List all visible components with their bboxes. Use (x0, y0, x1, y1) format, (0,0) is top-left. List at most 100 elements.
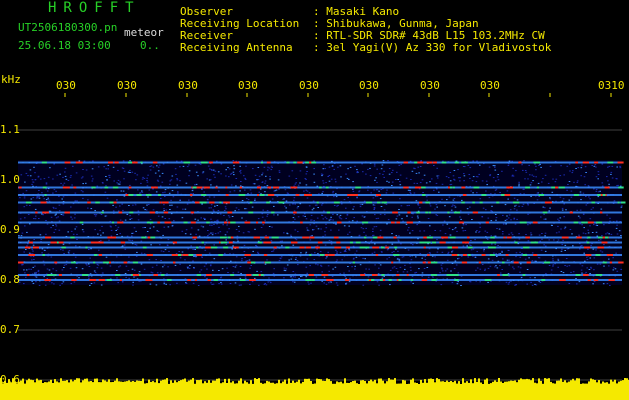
signal-hotspot (591, 201, 596, 204)
noise-dot (561, 209, 564, 211)
signal-hotspot (215, 186, 218, 189)
signal-hotspot (207, 279, 211, 281)
noise-dot (321, 192, 323, 194)
signal-hotspot (371, 274, 378, 276)
noise-dot (252, 168, 254, 170)
noise-dot (63, 267, 65, 268)
noise-dot (75, 172, 78, 174)
noise-dot (62, 176, 64, 178)
signal-hotspot (194, 279, 197, 281)
signal-hotspot (396, 274, 400, 276)
noise-dot (524, 170, 527, 171)
noise-dot (32, 266, 35, 268)
noise-dot (457, 281, 459, 283)
noise-dot (352, 188, 354, 190)
noise-dot (562, 272, 565, 274)
signal-hotspot (433, 161, 437, 164)
noise-dot (249, 267, 251, 269)
noise-dot (265, 175, 267, 177)
noise-dot (450, 270, 452, 272)
power-bar-segment (34, 382, 36, 400)
noise-dot (589, 257, 592, 259)
noise-dot (510, 232, 513, 234)
power-bar-segment (202, 383, 204, 400)
noise-dot (156, 165, 158, 167)
noise-dot (388, 181, 390, 183)
power-bar-segment (196, 380, 198, 400)
signal-hotspot (93, 261, 96, 264)
noise-dot (223, 215, 225, 216)
signal-hotspot (152, 161, 158, 164)
signal-hotspot (407, 211, 411, 214)
noise-dot (283, 232, 285, 234)
signal-hotspot (376, 194, 381, 196)
noise-dot (194, 238, 196, 240)
noise-dot (363, 273, 366, 274)
power-bar-segment (32, 380, 34, 400)
noise-dot (220, 277, 222, 279)
noise-dot (478, 173, 480, 175)
noise-dot (72, 252, 75, 254)
signal-hotspot (309, 236, 315, 239)
noise-dot (121, 203, 123, 205)
signal-hotspot (430, 261, 438, 264)
x-tick-label: 0310 (598, 79, 625, 92)
noise-dot (106, 263, 109, 265)
noise-dot (152, 166, 155, 168)
signal-hotspot (425, 201, 430, 204)
power-bar-segment (152, 381, 154, 400)
noise-dot (294, 276, 296, 278)
noise-dot (261, 181, 264, 183)
noise-dot (50, 216, 53, 218)
noise-dot (530, 281, 532, 283)
noise-dot (146, 204, 148, 206)
noise-dot (436, 188, 438, 190)
power-bar-segment (256, 379, 258, 400)
noise-dot (89, 257, 91, 259)
noise-dot (388, 256, 391, 258)
noise-dot (286, 233, 289, 235)
noise-dot (484, 268, 486, 270)
noise-dot (359, 264, 362, 266)
noise-dot (488, 197, 491, 199)
noise-dot (517, 266, 520, 268)
noise-dot (337, 166, 339, 168)
power-bar-segment (270, 382, 272, 400)
noise-dot (157, 215, 160, 217)
noise-dot (193, 267, 195, 269)
power-bar-segment (586, 383, 588, 400)
power-bar-segment (296, 381, 298, 400)
noise-dot (100, 240, 102, 242)
noise-dot (560, 271, 563, 272)
noise-dot (96, 263, 99, 265)
noise-dot (228, 176, 230, 178)
power-bar-segment (622, 380, 624, 400)
power-bar-segment (82, 380, 84, 400)
power-bar-segment (390, 379, 392, 400)
noise-dot (295, 257, 297, 259)
signal-hotspot (112, 186, 119, 189)
noise-dot (283, 277, 285, 279)
power-bar-segment (80, 382, 82, 400)
signal-hotspot (496, 201, 500, 204)
noise-dot (409, 189, 411, 191)
noise-dot (415, 172, 418, 174)
noise-dot (130, 218, 133, 220)
noise-dot (453, 170, 456, 171)
noise-dot (78, 277, 80, 279)
noise-dot (139, 192, 141, 194)
noise-dot (248, 259, 251, 261)
noise-dot (192, 282, 195, 284)
noise-dot (156, 264, 158, 266)
noise-dot (308, 283, 310, 285)
noise-dot (286, 192, 289, 194)
hrofft-display: HROFFT UT2506180300.pn meteor 25.06.18 0… (0, 0, 629, 400)
noise-dot (550, 269, 553, 271)
signal-hotspot (273, 246, 277, 249)
noise-dot (436, 214, 439, 216)
noise-dot (334, 178, 337, 180)
signal-hotspot (406, 221, 413, 224)
signal-hotspot (123, 261, 128, 264)
signal-hotspot (225, 186, 228, 189)
noise-dot (586, 267, 588, 269)
